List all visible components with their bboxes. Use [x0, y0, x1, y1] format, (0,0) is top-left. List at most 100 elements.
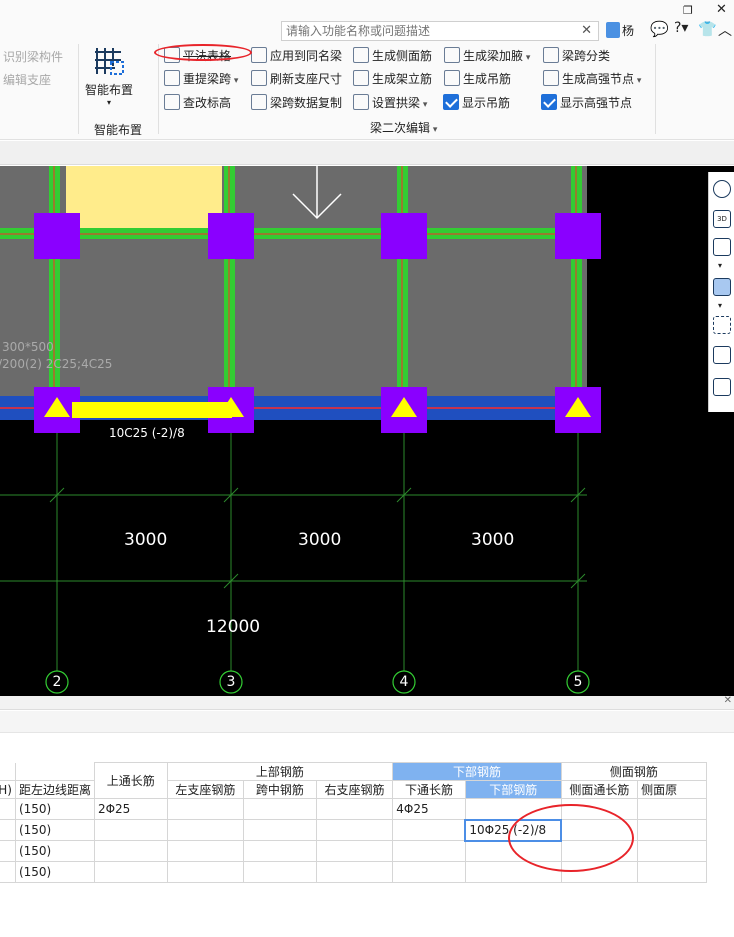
- table-cell[interactable]: [93, 861, 168, 883]
- table-cell[interactable]: [166, 819, 245, 841]
- smart-layout-button[interactable]: 智能布置 ▾: [84, 44, 134, 112]
- group-header-side[interactable]: 侧面钢筋: [560, 762, 708, 781]
- collapse-ribbon-icon[interactable]: ︿: [718, 20, 732, 40]
- erect-rebar-button[interactable]: 生成架立筋: [353, 70, 432, 87]
- table-cell[interactable]: 2Φ25: [93, 798, 168, 820]
- box-icon[interactable]: [713, 278, 731, 296]
- apply-icon: [251, 47, 267, 63]
- table-cell[interactable]: [315, 840, 394, 862]
- table-cell[interactable]: [392, 861, 466, 883]
- table-cell[interactable]: [93, 840, 168, 862]
- table-cell[interactable]: [637, 798, 707, 820]
- smart-layout-group-label: 智能布置: [94, 123, 143, 137]
- col-header-left-support[interactable]: 左支座钢筋: [166, 780, 245, 799]
- table-cell[interactable]: [637, 840, 707, 862]
- view-toolbar: 3D ▾ ▾: [708, 172, 734, 412]
- layer-view-icon[interactable]: [713, 378, 731, 396]
- highlight-ellipse-cell: [508, 804, 634, 872]
- copy-span-icon: [251, 94, 267, 110]
- col-header-bottom-continuous[interactable]: 下通长筋: [392, 780, 466, 799]
- table-cell[interactable]: [243, 798, 317, 820]
- edit-support-button[interactable]: 编辑支座: [3, 71, 51, 88]
- drawing-canvas[interactable]: 300*500 /200(2) 2C25;4C25 10C25 (-2)/8 3…: [0, 166, 734, 696]
- component-icon[interactable]: [713, 346, 731, 364]
- panel-toolbar: [0, 711, 734, 733]
- high-strength-icon: [543, 70, 559, 86]
- help-icon[interactable]: ?▾: [674, 20, 688, 36]
- group-header-bottom[interactable]: 下部钢筋: [392, 762, 562, 781]
- search-box[interactable]: ✕: [281, 21, 599, 41]
- user-name[interactable]: 杨: [622, 22, 634, 39]
- col-header-top-continuous[interactable]: 上通长筋: [93, 762, 168, 799]
- copy-span-data-button[interactable]: 梁跨数据复制: [251, 94, 342, 111]
- search-input[interactable]: [282, 22, 572, 40]
- table-cell[interactable]: [243, 861, 317, 883]
- group-label-beam-edit[interactable]: 梁二次编辑: [370, 119, 437, 136]
- span-classify-button[interactable]: 梁跨分类: [543, 47, 610, 64]
- table-cell[interactable]: [243, 840, 317, 862]
- close-window-icon[interactable]: ✕: [716, 2, 727, 17]
- col-header-side-continuous[interactable]: 侧面通长筋: [560, 780, 639, 799]
- table-cell[interactable]: (150): [14, 840, 95, 862]
- chevron-down-icon[interactable]: ▾: [718, 301, 722, 310]
- fullscreen-icon[interactable]: [713, 316, 731, 334]
- table-cell[interactable]: (150): [14, 861, 95, 883]
- table-cell[interactable]: [315, 819, 394, 841]
- ribbon: ❐ ✕ ✕ 杨 💬 ?▾ 👕 ︿ 识别梁构件 编辑支座 智能布置 ▾ 智能布置 …: [0, 0, 734, 140]
- table-cell[interactable]: (150): [14, 798, 95, 820]
- re-extract-span-button[interactable]: 重提梁跨: [164, 70, 238, 87]
- highlight-slab: [66, 166, 222, 232]
- hanger-icon: [444, 70, 460, 86]
- table-cell[interactable]: (150): [14, 819, 95, 841]
- col-header-h[interactable]: H): [0, 780, 16, 799]
- checkbox-checked-icon: [443, 94, 459, 110]
- side-rebar-button[interactable]: 生成侧面筋: [353, 47, 432, 64]
- apply-same-name-button[interactable]: 应用到同名梁: [251, 47, 342, 64]
- rebar-bar: [72, 402, 232, 418]
- table-cell[interactable]: [392, 840, 466, 862]
- axis-label-3: 3: [226, 674, 236, 690]
- refresh-support-button[interactable]: 刷新支座尺寸: [251, 70, 342, 87]
- high-strength-node-button[interactable]: 生成高强节点: [543, 70, 641, 87]
- identify-beam-button[interactable]: 识别梁构件: [3, 48, 63, 65]
- hanger-rebar-button[interactable]: 生成吊筋: [444, 70, 511, 87]
- checkbox-checked-icon: [541, 94, 557, 110]
- table-cell[interactable]: [315, 861, 394, 883]
- table-cell[interactable]: [637, 819, 707, 841]
- show-high-strength-checkbox[interactable]: 显示高强节点: [541, 94, 632, 111]
- table-cell[interactable]: [166, 861, 245, 883]
- message-icon[interactable]: 💬: [650, 20, 669, 38]
- cube-icon[interactable]: [713, 238, 731, 256]
- restore-window-icon[interactable]: ❐: [683, 4, 693, 17]
- smart-layout-label: 智能布置: [84, 83, 133, 97]
- avatar[interactable]: [606, 22, 620, 38]
- col-header-left-distance[interactable]: 距左边线距离: [14, 780, 95, 799]
- close-panel-icon[interactable]: ✕: [724, 695, 732, 706]
- table-cell[interactable]: 4Φ25: [392, 798, 466, 820]
- table-cell[interactable]: [243, 819, 317, 841]
- axis-label-5: 5: [573, 674, 583, 690]
- table-cell[interactable]: [166, 840, 245, 862]
- clear-search-icon[interactable]: ✕: [581, 23, 592, 38]
- check-elevation-button[interactable]: 查改标高: [164, 94, 231, 111]
- table-cell[interactable]: [637, 861, 707, 883]
- table-cell[interactable]: [392, 819, 466, 841]
- haunch-button[interactable]: 生成梁加腋: [444, 47, 530, 64]
- show-hanger-checkbox[interactable]: 显示吊筋: [443, 94, 510, 111]
- highlight-ellipse-table: [154, 44, 252, 61]
- dimension-span-3: 3000: [471, 530, 515, 550]
- 3d-view-icon[interactable]: 3D: [713, 210, 731, 228]
- table-cell[interactable]: [166, 798, 245, 820]
- group-header-top[interactable]: 上部钢筋: [166, 762, 394, 781]
- chevron-down-icon[interactable]: ▾: [718, 261, 722, 270]
- sphere-icon[interactable]: [713, 180, 731, 198]
- col-header-right-support[interactable]: 右支座钢筋: [315, 780, 394, 799]
- skin-icon[interactable]: 👕: [698, 20, 717, 38]
- col-header-side-original[interactable]: 侧面原: [637, 780, 707, 799]
- col-header-bottom-rebar[interactable]: 下部钢筋: [464, 780, 562, 799]
- table-cell[interactable]: [315, 798, 394, 820]
- arch-beam-button[interactable]: 设置拱梁: [353, 94, 427, 111]
- table-cell[interactable]: [93, 819, 168, 841]
- span-classify-icon: [543, 47, 559, 63]
- col-header-mid-span[interactable]: 跨中钢筋: [243, 780, 317, 799]
